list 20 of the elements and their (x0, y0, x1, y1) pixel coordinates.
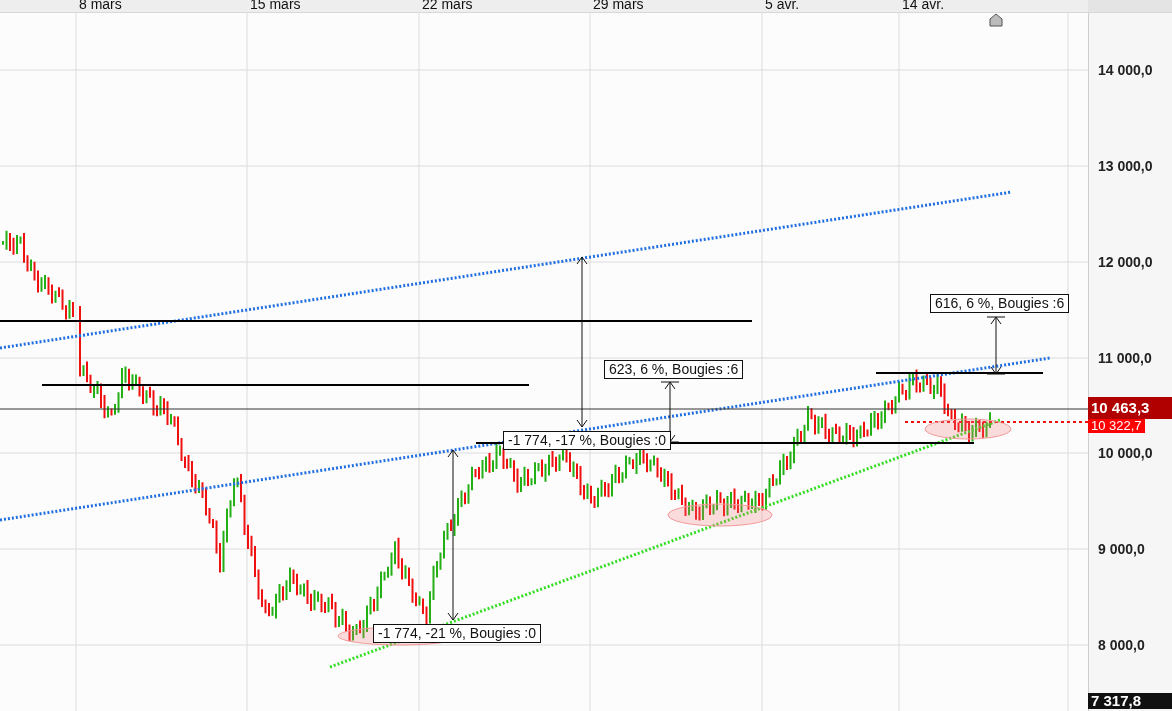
price-label: 13 000,0 (1098, 158, 1153, 174)
price-label: 12 000,0 (1098, 254, 1153, 270)
price-label: 9 000,0 (1098, 541, 1145, 557)
measure-label: 616, 6 %, Bougies :6 (930, 294, 1070, 313)
price-label: 10 000,0 (1098, 445, 1153, 461)
measure-label: -1 774, -17 %, Bougies :0 (503, 431, 671, 450)
date-label: 22 mars (422, 0, 473, 12)
low-price-tag: 7 317,8 (1088, 693, 1172, 709)
measure-label: -1 774, -21 %, Bougies :0 (373, 624, 541, 643)
measure-label: 623, 6 %, Bougies :6 (604, 360, 744, 379)
date-label: 29 mars (593, 0, 644, 12)
price-label: 8 000,0 (1098, 637, 1145, 653)
date-label: 5 avr. (765, 0, 800, 12)
date-label: 14 avr. (902, 0, 945, 12)
price-label: 11 000,0 (1098, 350, 1152, 366)
price-label: 14 000,0 (1098, 62, 1153, 78)
date-label: 8 mars (79, 0, 122, 12)
last-price-tag: 10 463,3 (1088, 397, 1172, 419)
bid-price-tag: 10 322,7 (1088, 419, 1145, 433)
date-label: 15 mars (250, 0, 301, 12)
